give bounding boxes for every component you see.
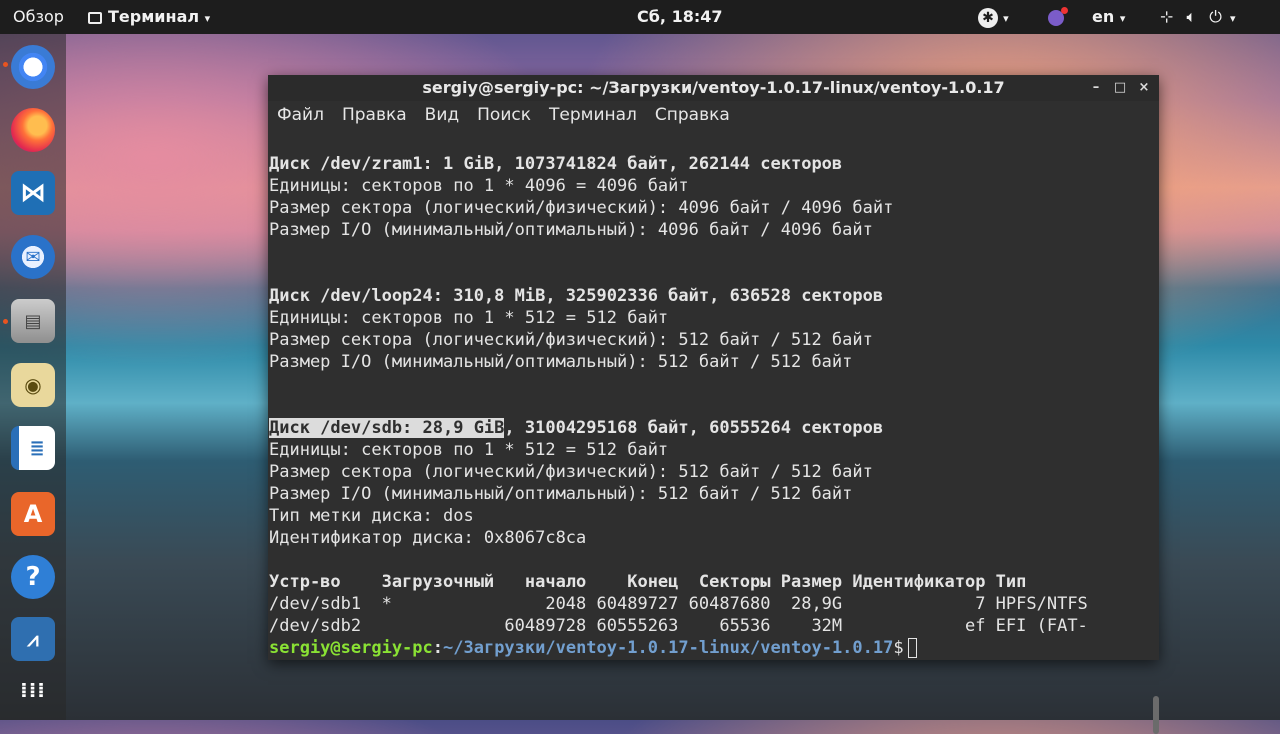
vscode-icon[interactable]: ⋈ [11, 171, 55, 215]
notification-dot-icon [1061, 7, 1068, 14]
menu-terminal[interactable]: Терминал [549, 105, 637, 125]
dock: ⋈ ✉ ▤ ◉ ≣ A ? ⩘ ⁞⁞⁞ [0, 34, 66, 720]
accessibility-menu[interactable]: ✱ ▾ [978, 0, 1009, 34]
terminal-output[interactable]: Диск /dev/zram1: 1 GiB, 1073741824 байт,… [268, 151, 1159, 734]
close-icon[interactable]: × [1137, 75, 1151, 101]
minimize-icon[interactable]: – [1089, 75, 1103, 101]
help-icon[interactable]: ? [11, 555, 55, 599]
viber-tray-icon[interactable] [1048, 0, 1068, 34]
shell-prompt: sergiy@sergiy-pc:~/Загрузки/ventoy-1.0.1… [269, 637, 917, 659]
power-icon: ⏻ [1209, 7, 1222, 26]
chevron-down-icon: ▾ [1229, 12, 1236, 25]
partition-table-header: Устр-во Загрузочный начало Конец Секторы… [269, 572, 1027, 592]
running-indicator [3, 62, 8, 67]
chevron-down-icon: ▾ [1119, 12, 1126, 25]
thunderbird-icon[interactable]: ✉ [11, 235, 55, 279]
menu-search[interactable]: Поиск [477, 105, 531, 125]
chevron-down-icon: ▾ [204, 12, 211, 25]
output-line: Единицы: секторов по 1 * 512 = 512 байт [269, 308, 669, 328]
menu-help[interactable]: Справка [655, 105, 730, 125]
maximize-icon[interactable]: □ [1113, 75, 1127, 101]
volume-icon: 🔈︎ [1186, 7, 1197, 26]
disk-line: Диск /dev/sdb: 28,9 GiB, 31004295168 бай… [269, 417, 883, 439]
app-grid-icon[interactable]: ⁞⁞⁞ [11, 668, 55, 712]
accessibility-icon: ✱ [978, 7, 998, 28]
partition-row: /dev/sdb1 * 2048 60489727 60487680 28,9G… [269, 594, 1088, 614]
output-line: Размер I/O (минимальный/оптимальный): 51… [269, 484, 853, 504]
terminal-small-icon [88, 12, 102, 24]
menu-edit[interactable]: Правка [342, 105, 407, 125]
text-cursor [907, 638, 917, 658]
rhythmbox-icon[interactable]: ◉ [11, 363, 55, 407]
output-line: Единицы: секторов по 1 * 4096 = 4096 бай… [269, 176, 689, 196]
chromium-icon[interactable] [11, 45, 55, 89]
chevron-down-icon: ▾ [1003, 12, 1009, 25]
selected-text[interactable]: Диск /dev/sdb: 28,9 GiB [269, 418, 505, 438]
software-icon[interactable]: A [11, 492, 55, 536]
system-monitor-icon[interactable]: ⩘ [11, 617, 55, 661]
disk-line: Диск /dev/loop24: 310,8 MiB, 325902336 б… [269, 286, 884, 306]
output-line: Идентификатор диска: 0x8067c8ca [269, 528, 587, 548]
network-icon: ⊹ [1160, 7, 1174, 26]
terminal-window: sergiy@sergiy-pc: ~/Загрузки/ventoy-1.0.… [268, 75, 1159, 734]
prompt-sign: $ [893, 638, 904, 658]
output-line: Единицы: секторов по 1 * 512 = 512 байт [269, 440, 669, 460]
menu-view[interactable]: Вид [425, 105, 459, 125]
output-line: Размер I/O (минимальный/оптимальный): 51… [269, 352, 853, 372]
prompt-path: ~/Загрузки/ventoy-1.0.17-linux/ventoy-1.… [443, 638, 894, 658]
writer-icon[interactable]: ≣ [11, 426, 55, 470]
keyboard-layout-menu[interactable]: en ▾ [1092, 0, 1125, 34]
disk-line-rest: , 31004295168 байт, 60555264 секторов [504, 418, 884, 438]
activities-button[interactable]: Обзор [13, 0, 64, 34]
title-bar[interactable]: sergiy@sergiy-pc: ~/Загрузки/ventoy-1.0.… [268, 75, 1159, 101]
prompt-user: sergiy@sergiy-pc [269, 638, 433, 658]
disk-line: Диск /dev/zram1: 1 GiB, 1073741824 байт,… [269, 154, 843, 174]
system-menu[interactable]: ⊹ 🔈︎ ⏻ ▾ [1160, 0, 1235, 34]
scrollbar[interactable] [1153, 696, 1159, 734]
firefox-icon[interactable] [11, 108, 55, 152]
files-icon[interactable]: ▤ [11, 299, 55, 343]
menu-file[interactable]: Файл [277, 105, 324, 125]
output-line: Тип метки диска: dos [269, 506, 474, 526]
clock[interactable]: Сб, 18:47 [637, 0, 723, 34]
menu-bar: Файл Правка Вид Поиск Терминал Справка [268, 101, 1159, 129]
top-panel: Обзор Терминал ▾ Сб, 18:47 ✱ ▾ en ▾ ⊹ 🔈︎… [0, 0, 1280, 34]
app-menu-button[interactable]: Терминал ▾ [88, 0, 210, 34]
app-menu-label: Терминал [108, 7, 200, 26]
output-line: Размер сектора (логический/физический): … [269, 330, 873, 350]
lang-label: en [1092, 7, 1115, 26]
output-line: Размер сектора (логический/физический): … [269, 462, 873, 482]
partition-row: /dev/sdb2 60489728 60555263 65536 32M ef… [269, 616, 1088, 636]
running-indicator [3, 319, 8, 324]
output-line: Размер сектора (логический/физический): … [269, 198, 894, 218]
output-line: Размер I/O (минимальный/оптимальный): 40… [269, 220, 873, 240]
window-title: sergiy@sergiy-pc: ~/Загрузки/ventoy-1.0.… [422, 78, 1005, 97]
